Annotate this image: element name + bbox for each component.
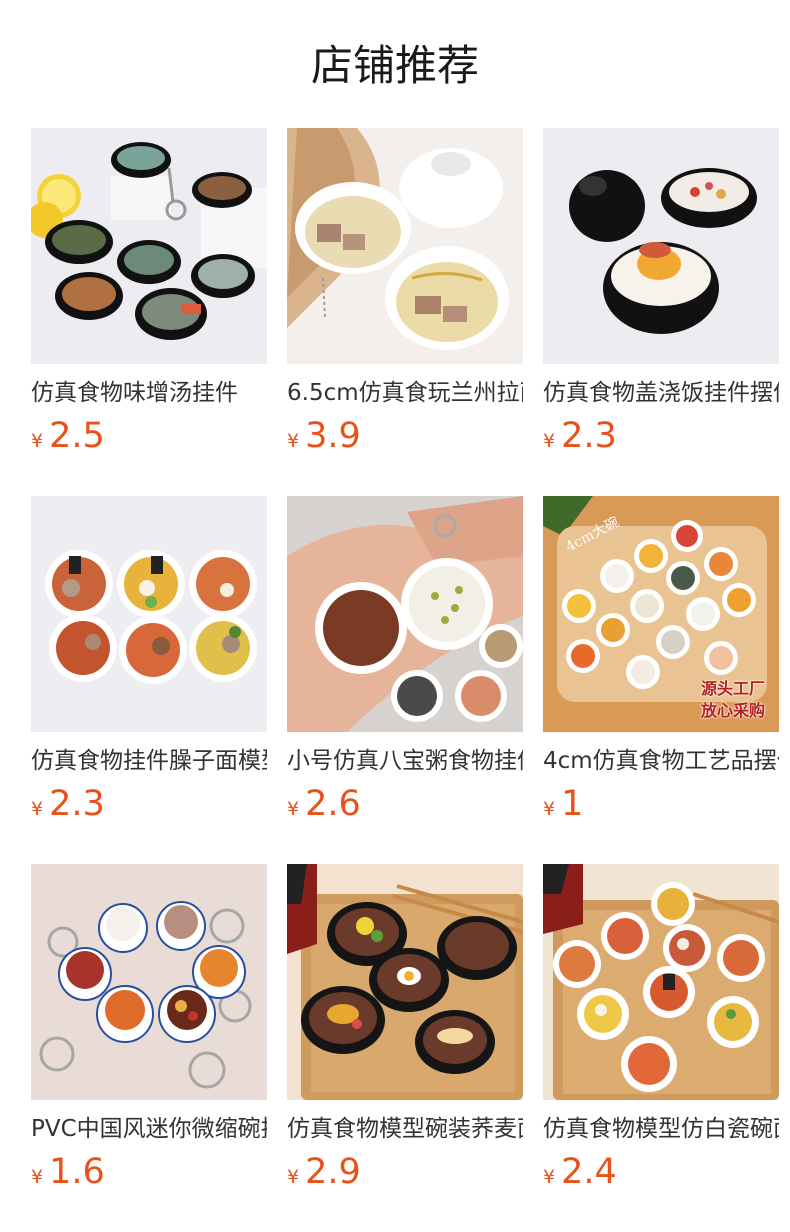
product-card[interactable]: 仿真食物模型仿白瓷碗面 ¥2.4 — [543, 864, 779, 1204]
product-name[interactable]: 4cm仿真食物工艺品摆件 — [543, 745, 779, 777]
product-name[interactable]: 仿真食物模型碗装荞麦面 — [287, 1113, 523, 1145]
price-value: 2.6 — [305, 784, 361, 824]
product-name[interactable]: 仿真食物味增汤挂件 — [31, 377, 267, 409]
price-value: 3.9 — [305, 416, 361, 456]
price-value: 2.3 — [561, 416, 617, 456]
product-price: ¥1.6 — [31, 1152, 105, 1192]
product-image[interactable] — [31, 864, 267, 1100]
currency-symbol: ¥ — [543, 1166, 556, 1188]
product-name[interactable]: 仿真食物盖浇饭挂件摆件 — [543, 377, 779, 409]
product-image[interactable] — [31, 496, 267, 732]
product-image[interactable] — [31, 128, 267, 364]
currency-symbol: ¥ — [287, 798, 300, 820]
currency-symbol: ¥ — [287, 1166, 300, 1188]
overlay-line-1: 源头工厂 — [700, 679, 765, 698]
product-price: ¥2.5 — [31, 416, 105, 456]
product-card[interactable]: 6.5cm仿真食玩兰州拉面 ¥3.9 — [287, 128, 523, 468]
product-price: ¥1 — [543, 784, 583, 824]
image-overlay-text: 源头工厂 放心采购 — [701, 678, 765, 722]
product-card[interactable]: 仿真食物味增汤挂件 ¥2.5 — [31, 128, 267, 468]
product-price: ¥2.9 — [287, 1152, 361, 1192]
product-price: ¥3.9 — [287, 416, 361, 456]
price-value: 2.4 — [561, 1152, 617, 1192]
product-name[interactable]: PVC中国风迷你微缩碗挂件 — [31, 1113, 267, 1145]
product-name[interactable]: 小号仿真八宝粥食物挂件 — [287, 745, 523, 777]
product-card[interactable]: 仿真食物盖浇饭挂件摆件 ¥2.3 — [543, 128, 779, 468]
product-image[interactable]: 4cm大碗 源头工厂 放心采购 — [543, 496, 779, 732]
product-image[interactable] — [543, 864, 779, 1100]
currency-symbol: ¥ — [287, 430, 300, 452]
product-image[interactable] — [287, 496, 523, 732]
currency-symbol: ¥ — [543, 430, 556, 452]
product-card[interactable]: PVC中国风迷你微缩碗挂件 ¥1.6 — [31, 864, 267, 1204]
product-image[interactable] — [287, 128, 523, 364]
price-value: 2.3 — [49, 784, 105, 824]
product-name[interactable]: 仿真食物挂件臊子面模型 — [31, 745, 267, 777]
product-card[interactable]: 4cm大碗 源头工厂 放心采购 4cm仿真食物工艺品摆件 ¥1 — [543, 496, 779, 836]
price-value: 1.6 — [49, 1152, 105, 1192]
product-price: ¥2.4 — [543, 1152, 617, 1192]
product-image[interactable] — [543, 128, 779, 364]
product-name[interactable]: 仿真食物模型仿白瓷碗面 — [543, 1113, 779, 1145]
overlay-line-2: 放心采购 — [700, 701, 765, 720]
price-value: 1 — [561, 784, 584, 824]
price-value: 2.5 — [49, 416, 105, 456]
product-image[interactable] — [287, 864, 523, 1100]
currency-symbol: ¥ — [31, 430, 44, 452]
product-card[interactable]: 小号仿真八宝粥食物挂件 ¥2.6 — [287, 496, 523, 836]
currency-symbol: ¥ — [543, 798, 556, 820]
product-card[interactable]: 仿真食物挂件臊子面模型 ¥2.3 — [31, 496, 267, 836]
product-price: ¥2.3 — [543, 416, 617, 456]
product-price: ¥2.6 — [287, 784, 361, 824]
product-name[interactable]: 6.5cm仿真食玩兰州拉面 — [287, 377, 523, 409]
currency-symbol: ¥ — [31, 798, 44, 820]
product-price: ¥2.3 — [31, 784, 105, 824]
product-card[interactable]: 仿真食物模型碗装荞麦面 ¥2.9 — [287, 864, 523, 1204]
page-title: 店铺推荐 — [310, 41, 479, 90]
currency-symbol: ¥ — [31, 1166, 44, 1188]
price-value: 2.9 — [305, 1152, 361, 1192]
